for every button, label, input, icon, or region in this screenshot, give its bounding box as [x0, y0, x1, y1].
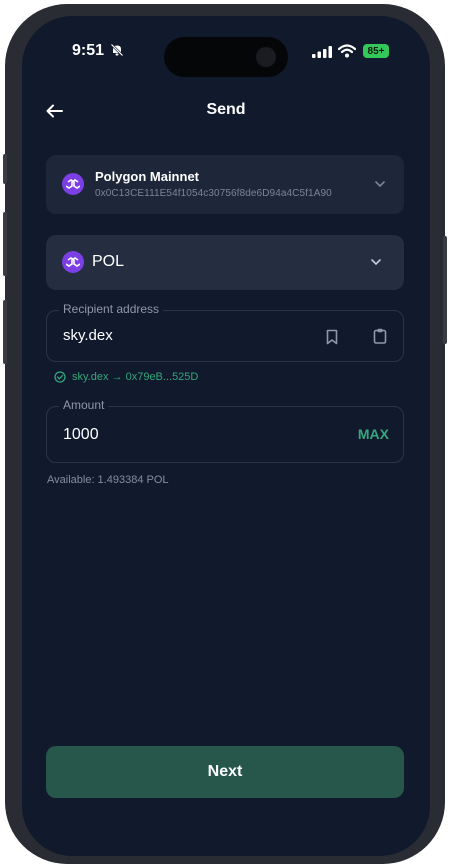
polygon-logo-icon — [62, 251, 84, 273]
network-selector[interactable]: Polygon Mainnet 0x0C13CE111E54f1054c3075… — [46, 155, 404, 214]
max-button[interactable]: MAX — [358, 426, 389, 442]
polygon-logo-icon — [62, 173, 84, 195]
resolved-address-text: sky.dex → 0x79eB...525D — [72, 371, 199, 383]
wifi-icon — [338, 44, 356, 58]
clipboard-icon[interactable] — [371, 327, 389, 345]
check-circle-icon — [54, 371, 66, 383]
chevron-down-icon — [375, 181, 385, 188]
action-button — [3, 154, 7, 184]
network-name: Polygon Mainnet — [95, 169, 199, 184]
chevron-down-icon — [371, 259, 381, 266]
camera — [256, 47, 276, 67]
token-selector[interactable]: POL — [46, 235, 404, 290]
next-button[interactable]: Next — [46, 746, 404, 798]
token-symbol: POL — [92, 253, 125, 270]
amount-field: Amount MAX — [46, 398, 404, 463]
recipient-field: Recipient address — [46, 302, 404, 362]
bookmark-icon[interactable] — [323, 328, 341, 346]
resolved-address: sky.dex → 0x79eB...525D — [54, 371, 198, 383]
wallet-address: 0x0C13CE111E54f1054c30756f8de6D94a4C5f1A… — [95, 188, 332, 199]
recipient-input[interactable] — [63, 327, 293, 344]
power-button — [443, 236, 447, 344]
signal-icon — [312, 46, 332, 58]
page-title: Send — [206, 101, 246, 118]
bell-muted-icon — [110, 43, 124, 57]
volume-up-button — [3, 212, 7, 276]
recipient-label: Recipient address — [59, 302, 164, 316]
amount-input[interactable] — [63, 426, 263, 444]
volume-down-button — [3, 300, 7, 364]
status-time: 9:51 — [72, 42, 105, 59]
battery-icon: 85+ — [363, 44, 389, 58]
dynamic-island — [164, 37, 288, 77]
available-balance: Available: 1.493384 POL — [47, 474, 169, 486]
amount-label: Amount — [59, 398, 109, 412]
